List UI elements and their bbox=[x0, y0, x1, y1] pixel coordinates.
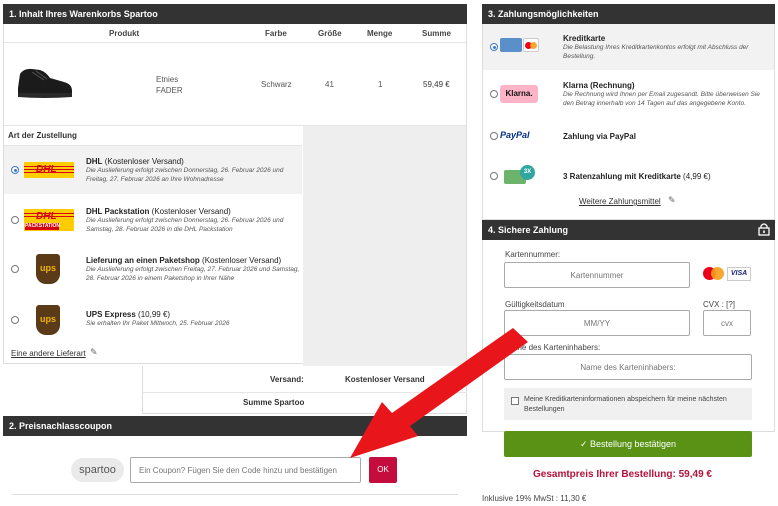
red-arrow-annotation bbox=[350, 328, 528, 458]
